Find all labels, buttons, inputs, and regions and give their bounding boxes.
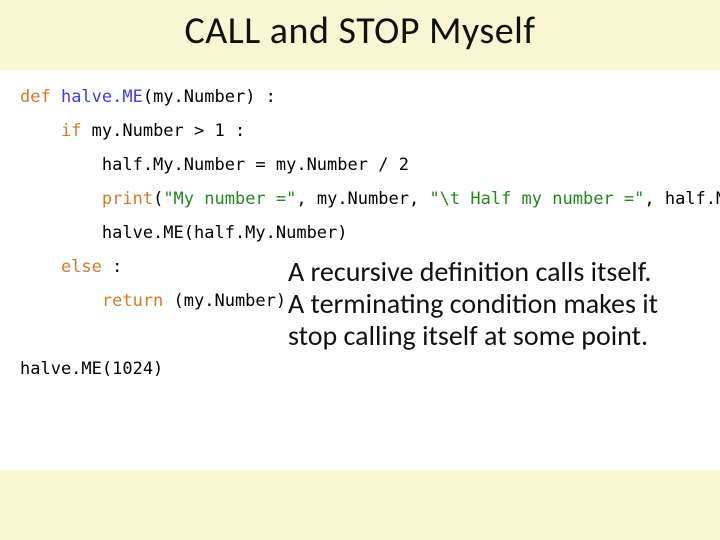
explanation-box: A recursive definition calls itself. A t…	[288, 256, 688, 353]
if-cond: my.Number > 1 :	[81, 121, 245, 141]
assign-line: half.My.Number = my.Number / 2	[20, 155, 409, 175]
fn-name: halve.ME	[61, 87, 143, 107]
kw-return: return	[20, 291, 163, 311]
explain-line1: A recursive definition calls itself.	[288, 256, 688, 288]
recursive-call: halve.ME(half.My.Number)	[20, 223, 348, 243]
def-params: (my.Number) :	[143, 87, 276, 107]
return-val: (my.Number)	[163, 291, 286, 311]
str-1: "My number ="	[163, 189, 296, 209]
else-colon: :	[102, 257, 122, 277]
kw-if: if	[20, 121, 81, 141]
print-open: (	[153, 189, 163, 209]
slide-title: CALL and STOP Myself	[0, 8, 720, 54]
str-2: "\t Half my number ="	[429, 189, 644, 209]
kw-def: def	[20, 87, 61, 107]
kw-print: print	[20, 189, 153, 209]
kw-else: else	[20, 257, 102, 277]
initial-call: halve.ME(1024)	[20, 359, 163, 379]
print-mid1: , my.Number,	[296, 189, 429, 209]
print-end: , half.My.Number)	[644, 189, 720, 209]
explain-line2: A terminating condition makes it stop ca…	[288, 288, 688, 352]
